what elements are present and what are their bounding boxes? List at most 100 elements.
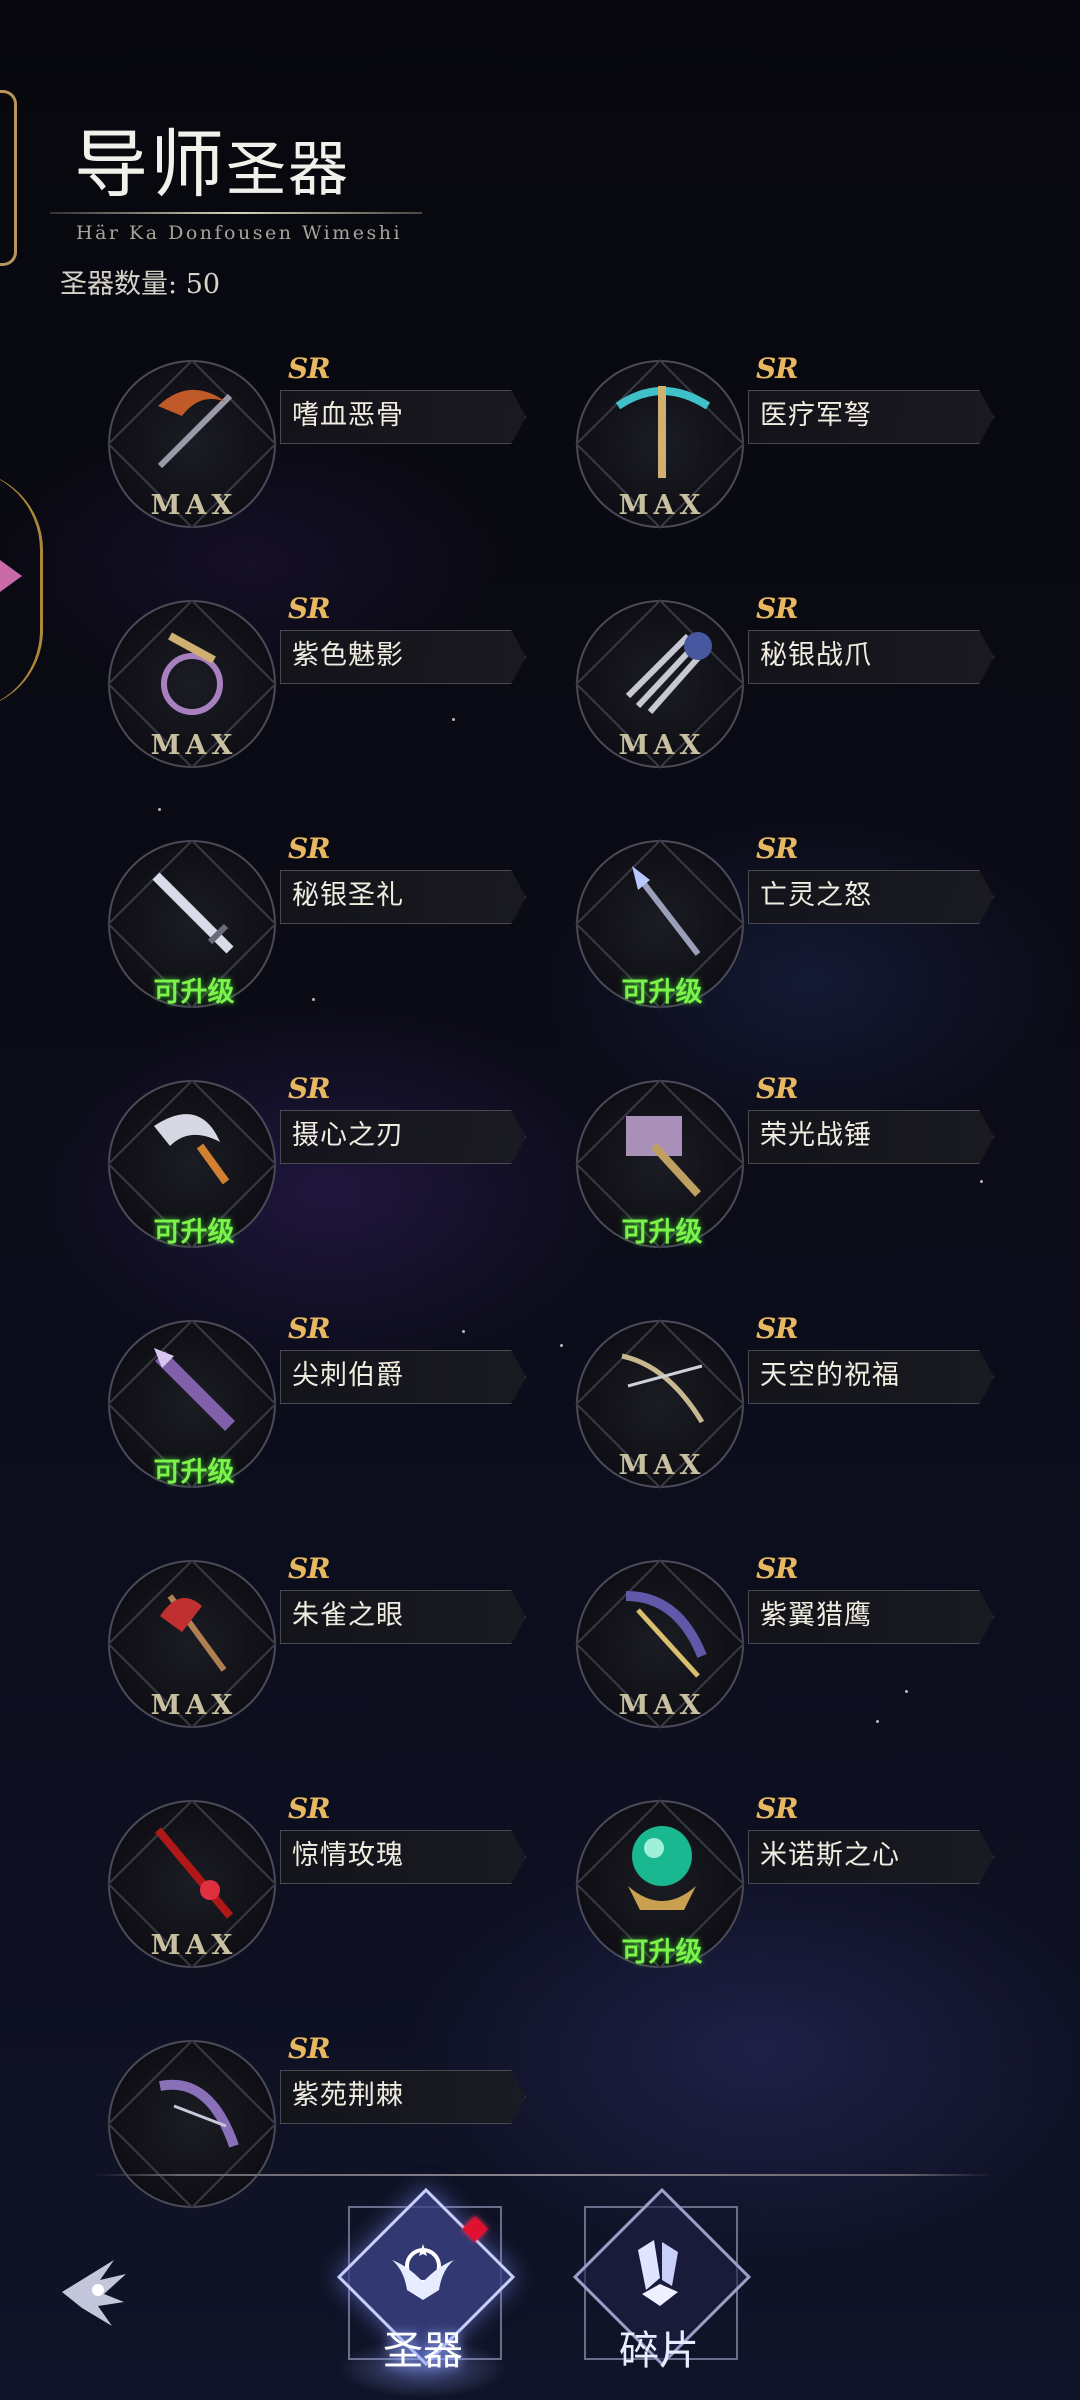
rarity-badge: SR <box>288 2032 330 2065</box>
relic-card[interactable]: 可升级 SR 尖刺伯爵 <box>102 1310 532 1510</box>
side-drawer-arrow-icon[interactable] <box>0 560 22 592</box>
relic-name: 医疗军弩 <box>760 400 872 431</box>
relic-card[interactable]: MAX SR 秘银战爪 <box>570 590 1000 790</box>
title-underline <box>50 212 422 214</box>
relic-medal <box>102 2030 286 2214</box>
relic-medal: 可升级 <box>102 1310 286 1494</box>
relic-status: 可升级 <box>621 1937 703 1968</box>
sword-icon <box>152 872 234 954</box>
relic-name: 嗜血恶骨 <box>292 400 404 431</box>
relic-status: MAX <box>618 730 706 761</box>
relic-medal: MAX <box>570 350 754 534</box>
rarity-badge: SR <box>288 352 330 385</box>
relic-medal: 可升级 <box>570 1070 754 1254</box>
lance-icon <box>154 1348 235 1431</box>
relic-medal: 可升级 <box>102 1070 286 1254</box>
relic-status: MAX <box>150 730 238 761</box>
relic-card[interactable]: MAX SR 朱雀之眼 <box>102 1550 532 1750</box>
rarity-badge: SR <box>756 832 798 865</box>
relic-name: 米诺斯之心 <box>760 1840 900 1871</box>
relic-name: 荣光战锤 <box>760 1120 872 1151</box>
relic-card[interactable]: 可升级 SR 摄心之刃 <box>102 1070 532 1270</box>
relic-status: MAX <box>618 1450 706 1481</box>
relic-card[interactable]: 可升级 SR 米诺斯之心 <box>570 1790 1000 1990</box>
relic-status: MAX <box>618 1690 706 1721</box>
rarity-badge: SR <box>288 1552 330 1585</box>
rarity-badge: SR <box>756 352 798 385</box>
thorn-bow-icon <box>159 2079 239 2148</box>
claw-icon <box>625 632 712 714</box>
rarity-badge: SR <box>756 1072 798 1105</box>
rarity-badge: SR <box>756 592 798 625</box>
relic-card[interactable]: MAX SR 嗜血恶骨 <box>102 350 532 550</box>
relic-status: 可升级 <box>621 977 703 1008</box>
relic-name: 朱雀之眼 <box>292 1600 404 1631</box>
rarity-badge: SR <box>288 1072 330 1105</box>
relic-medal: MAX <box>102 1790 286 1974</box>
axe-icon <box>160 1594 227 1672</box>
tab-label: 碎片 <box>619 2328 699 2374</box>
tab-label: 圣器 <box>383 2328 463 2374</box>
relic-name: 惊情玫瑰 <box>292 1840 404 1871</box>
rose-spear-icon <box>154 1827 234 1919</box>
blade-icon <box>154 1114 230 1185</box>
relic-medal: MAX <box>570 1550 754 1734</box>
rarity-badge: SR <box>756 1792 798 1825</box>
relic-card[interactable]: MAX SR 天空的祝福 <box>570 1310 1000 1510</box>
crystal-shard-icon <box>638 2240 678 2306</box>
relic-name: 摄心之刃 <box>292 1120 404 1151</box>
rarity-badge: SR <box>288 1312 330 1345</box>
page-subtitle: Här Ka Donfousen Wimeshi <box>76 222 403 244</box>
spear-icon <box>632 866 701 956</box>
rarity-badge: SR <box>756 1312 798 1345</box>
bow-icon <box>621 1353 705 1424</box>
relic-medal: MAX <box>570 590 754 774</box>
relic-medal: MAX <box>102 590 286 774</box>
relic-card[interactable]: 可升级 SR 荣光战锤 <box>570 1070 1000 1270</box>
relic-medal: 可升级 <box>570 830 754 1014</box>
bottom-divider <box>92 2174 992 2176</box>
relic-status: 可升级 <box>621 1217 703 1248</box>
hammer-icon <box>626 1116 701 1197</box>
tab-fragments[interactable]: 碎片 <box>554 2187 764 2400</box>
tab-relics[interactable]: 圣器 <box>318 2187 528 2400</box>
relic-card[interactable]: 可升级 SR 秘银圣礼 <box>102 830 532 1030</box>
edge-frame-decoration <box>0 90 17 266</box>
relic-name: 紫翼猎鹰 <box>760 1600 872 1631</box>
relic-name: 尖刺伯爵 <box>292 1360 404 1391</box>
rarity-badge: SR <box>756 1552 798 1585</box>
relic-medal: MAX <box>102 1550 286 1734</box>
scythe-icon <box>157 389 233 469</box>
relic-name: 秘银战爪 <box>760 640 872 671</box>
relic-card[interactable]: MAX SR 紫翼猎鹰 <box>570 1550 1000 1750</box>
relic-medal: 可升级 <box>570 1790 754 1974</box>
relic-emblem-icon <box>392 2244 454 2300</box>
relic-status: MAX <box>150 490 238 521</box>
relic-card[interactable]: MAX SR 医疗军弩 <box>570 350 1000 550</box>
whip-icon <box>161 632 223 715</box>
relic-status: MAX <box>618 490 706 521</box>
relic-status: 可升级 <box>153 977 235 1008</box>
relic-count: 圣器数量: 50 <box>60 269 221 300</box>
orb-icon <box>628 1826 696 1910</box>
relic-name: 天空的祝福 <box>760 1360 900 1391</box>
relic-status: MAX <box>150 1930 238 1961</box>
relic-name: 紫苑荆棘 <box>292 2080 404 2111</box>
wing-bow-icon <box>625 1591 707 1678</box>
relic-card[interactable]: 可升级 SR 亡灵之怒 <box>570 830 1000 1030</box>
crossbow-icon <box>615 386 711 478</box>
rarity-badge: SR <box>288 1792 330 1825</box>
relic-card[interactable]: MAX SR 惊情玫瑰 <box>102 1790 532 1990</box>
relic-status: 可升级 <box>153 1217 235 1248</box>
relic-medal: MAX <box>102 350 286 534</box>
relic-name: 紫色魅影 <box>292 640 404 671</box>
relic-card[interactable]: MAX SR 紫色魅影 <box>102 590 532 790</box>
relic-status: MAX <box>150 1690 238 1721</box>
rarity-badge: SR <box>288 832 330 865</box>
relic-name: 亡灵之怒 <box>760 880 872 911</box>
relic-medal: 可升级 <box>102 830 286 1014</box>
back-wing-icon[interactable] <box>54 2240 134 2340</box>
relic-medal: MAX <box>570 1310 754 1494</box>
rarity-badge: SR <box>288 592 330 625</box>
relic-status: 可升级 <box>153 1457 235 1488</box>
